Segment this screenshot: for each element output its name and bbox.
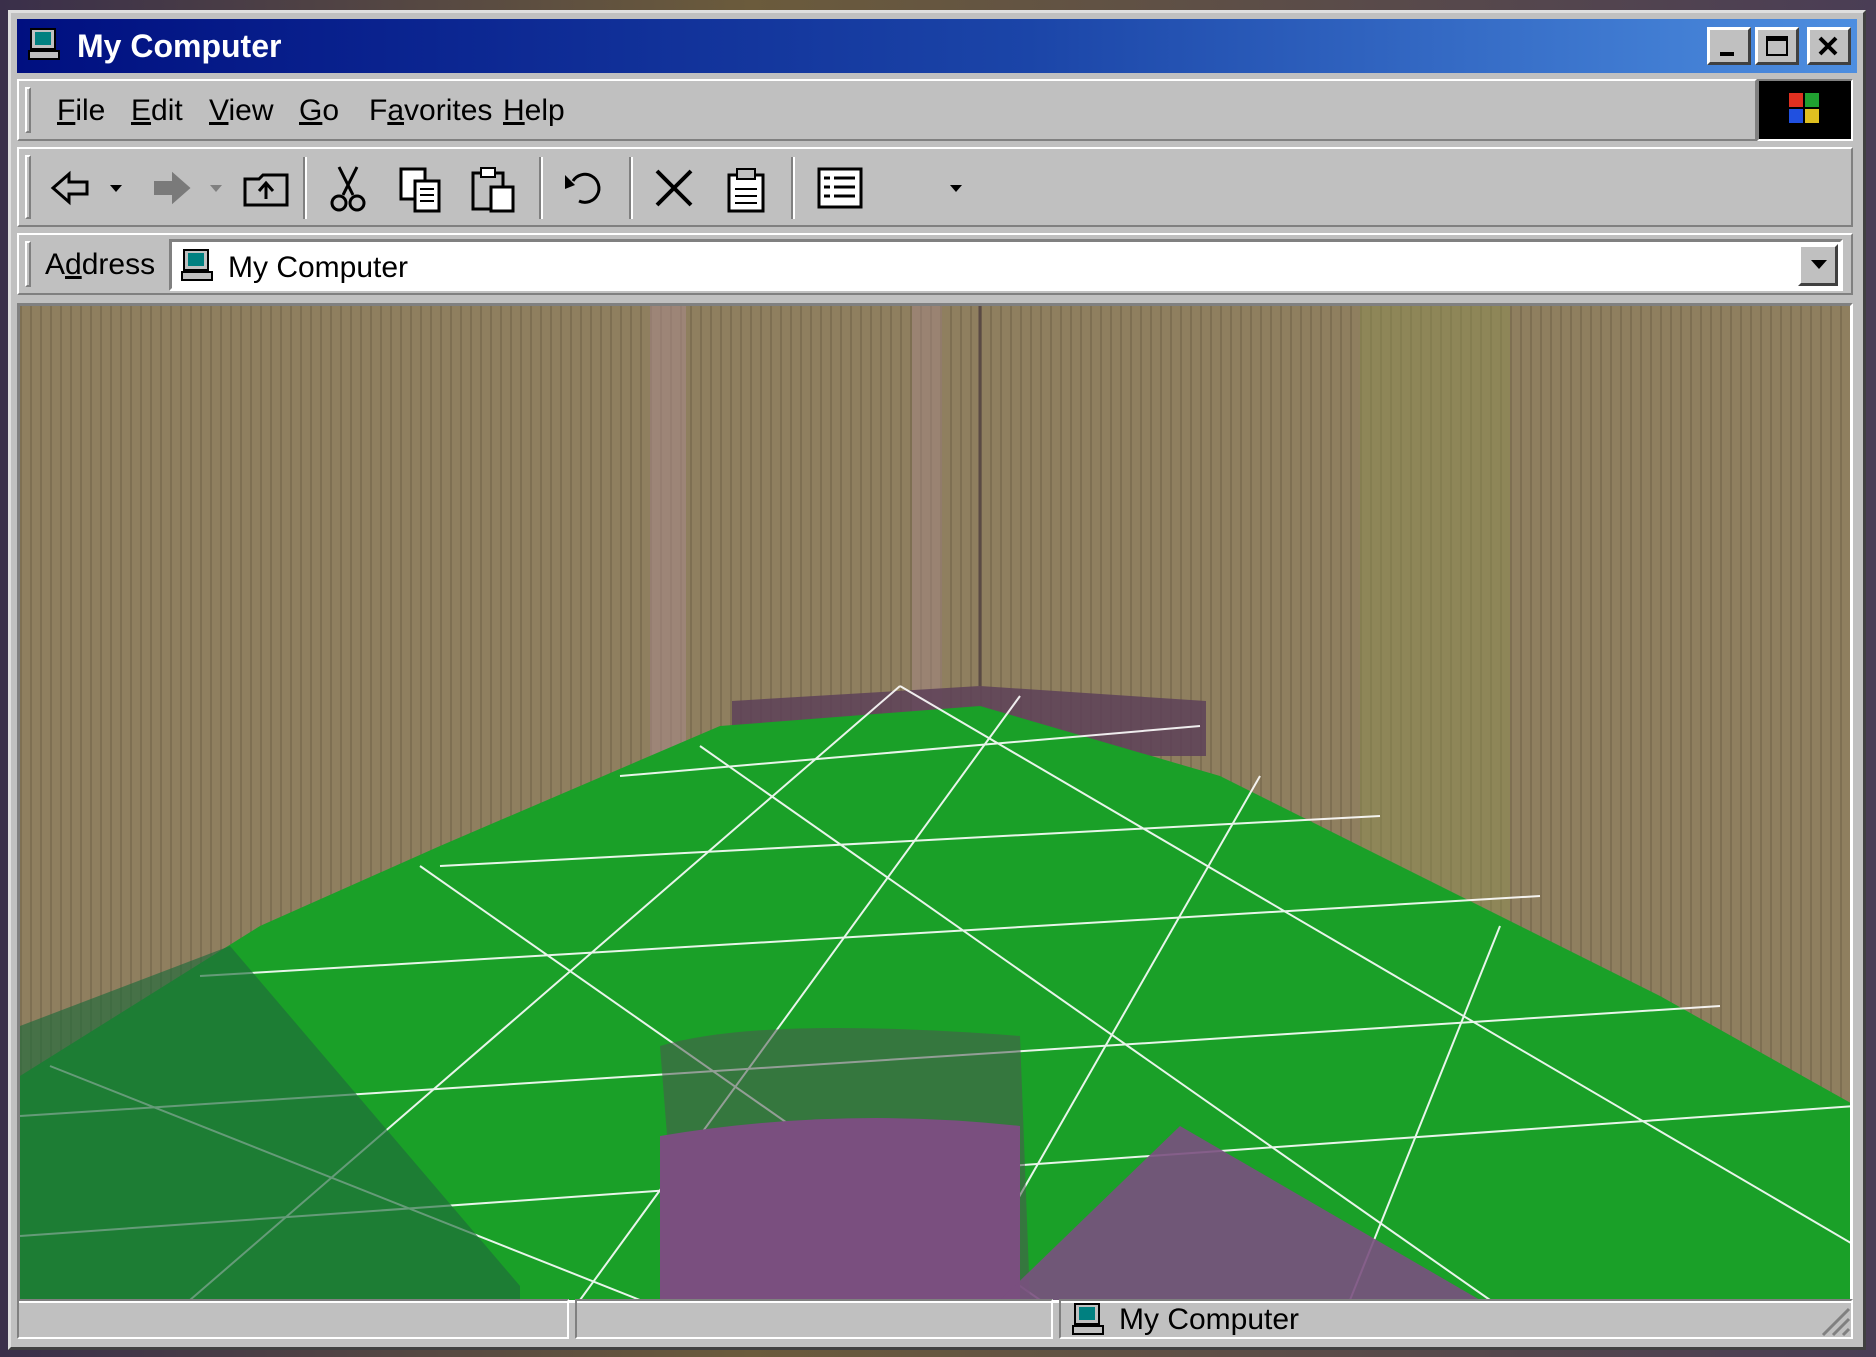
minimize-button[interactable]	[1707, 27, 1751, 65]
toolbar-separator	[539, 157, 543, 219]
copy-button[interactable]	[391, 159, 451, 217]
my-computer-icon	[28, 28, 60, 60]
menu-help-mnemonic: H	[503, 94, 525, 127]
toolbar-separator	[303, 157, 307, 219]
my-computer-icon	[181, 249, 213, 281]
menu-file[interactable]: File	[57, 93, 105, 129]
address-dropdown-button[interactable]	[1798, 244, 1838, 286]
forward-icon	[154, 171, 191, 205]
properties-button[interactable]	[717, 159, 777, 217]
views-icon	[817, 167, 863, 209]
address-label-rest: dress	[81, 248, 156, 281]
delete-button[interactable]	[645, 159, 705, 217]
address-label: Address	[45, 247, 155, 283]
forward-button[interactable]	[141, 159, 201, 217]
views-dropdown-icon[interactable]	[945, 177, 967, 199]
menu-edit[interactable]: Edit	[131, 93, 183, 129]
status-pane-middle	[575, 1299, 1053, 1339]
menu-favorites-mnemonic: a	[387, 94, 405, 127]
window-title: My Computer	[77, 28, 282, 64]
close-icon	[1818, 36, 1838, 56]
status-bar: My Computer	[17, 1295, 1853, 1341]
menu-edit-mnemonic: E	[131, 94, 152, 127]
toolbar-grip[interactable]	[25, 155, 31, 219]
delete-icon	[655, 169, 693, 207]
menu-view[interactable]: View	[209, 93, 273, 129]
menu-go[interactable]: Go	[299, 93, 339, 129]
menu-help[interactable]: Help	[503, 93, 565, 129]
close-button[interactable]	[1807, 27, 1851, 65]
address-value: My Computer	[228, 251, 409, 284]
maximize-button[interactable]	[1755, 27, 1799, 65]
menu-help-label: elp	[524, 94, 565, 127]
menu-file-mnemonic: F	[57, 94, 76, 127]
menu-edit-label: dit	[151, 94, 183, 127]
paste-icon	[471, 167, 515, 213]
address-label-pre: A	[45, 248, 66, 281]
up-button[interactable]	[235, 159, 295, 217]
resize-grip-icon[interactable]	[1815, 1301, 1851, 1337]
back-dropdown-icon[interactable]	[105, 177, 127, 199]
menu-favorites-pre: F	[369, 94, 388, 127]
menubar-grip[interactable]	[25, 87, 31, 133]
chevron-down-icon	[1811, 260, 1827, 269]
menu-go-mnemonic: G	[299, 94, 323, 127]
explorer-window: My Computer File Edit View Go Favorites …	[8, 10, 1866, 1350]
copy-icon	[399, 167, 441, 213]
toolbar-separator	[791, 157, 795, 219]
addressbar-grip[interactable]	[25, 241, 31, 287]
address-field[interactable]: My Computer	[169, 239, 1843, 291]
back-button[interactable]	[41, 159, 101, 217]
cut-icon	[330, 166, 366, 212]
menu-favorites[interactable]: Favorites	[369, 93, 492, 129]
undo-icon	[565, 172, 601, 204]
standard-toolbar	[17, 147, 1853, 227]
content-pane[interactable]	[17, 303, 1853, 1303]
address-bar: Address My Computer	[17, 233, 1853, 295]
views-button[interactable]	[809, 159, 869, 217]
paste-button[interactable]	[463, 159, 523, 217]
toolbar-separator	[629, 157, 633, 219]
menu-view-label: iew	[228, 94, 274, 127]
title-bar[interactable]: My Computer	[17, 19, 1857, 73]
minimize-icon	[1720, 52, 1734, 56]
back-icon	[50, 170, 89, 206]
menu-bar: File Edit View Go Favorites Help	[17, 79, 1757, 141]
status-pane-main	[17, 1299, 569, 1339]
my-computer-icon	[1072, 1303, 1104, 1335]
menu-go-label: o	[322, 94, 340, 127]
properties-icon	[727, 168, 765, 213]
windows-logo-icon	[1789, 93, 1819, 123]
forward-dropdown-icon[interactable]	[205, 177, 227, 199]
windows-logo-throbber	[1757, 79, 1853, 141]
status-zone-text: My Computer	[1119, 1303, 1300, 1336]
up-folder-icon	[243, 173, 289, 207]
cut-button[interactable]	[319, 159, 379, 217]
menu-file-label: ile	[75, 94, 106, 127]
menu-view-mnemonic: V	[209, 94, 229, 127]
address-label-mnemonic: d	[65, 248, 82, 281]
maximize-icon	[1766, 36, 1788, 56]
status-pane-zone: My Computer	[1059, 1299, 1853, 1339]
room-scene-image	[20, 306, 1850, 1300]
menu-favorites-label: vorites	[404, 94, 493, 127]
undo-button[interactable]	[555, 159, 615, 217]
